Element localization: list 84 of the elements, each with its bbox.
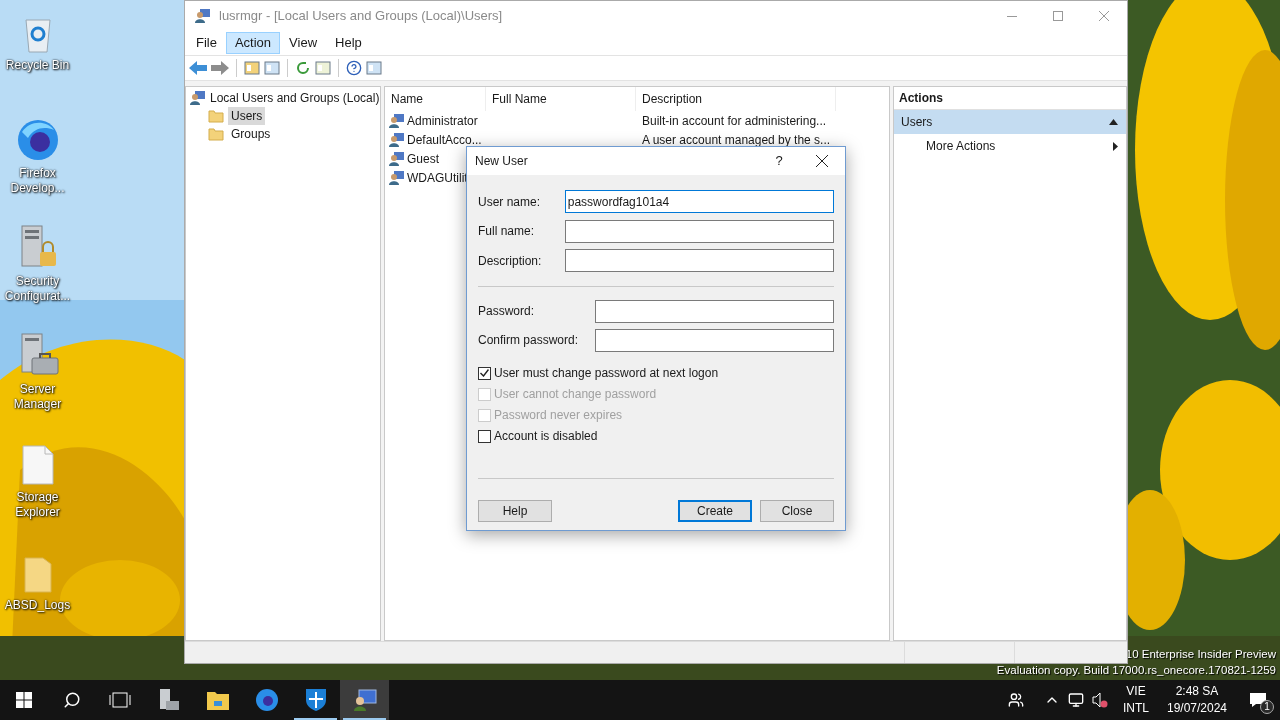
back-arrow-icon[interactable]: [189, 61, 207, 75]
user-icon: [195, 8, 211, 24]
field-label: Description:: [478, 252, 543, 270]
text-field[interactable]: passwordfag101a4: [564, 190, 834, 214]
close-icon: [816, 155, 828, 167]
text-field[interactable]: [564, 249, 834, 273]
menu-item[interactable]: Action: [225, 32, 281, 54]
user-icon: [389, 131, 405, 148]
field-label: Full name:: [478, 223, 536, 241]
column-header[interactable]: Description: [636, 87, 836, 111]
table-cell[interactable]: DefaultAcco...: [407, 130, 482, 149]
menu-item[interactable]: View: [280, 32, 327, 54]
shield-icon: [304, 688, 327, 712]
checkbox[interactable]: [478, 429, 491, 443]
folder-icon: [205, 689, 230, 711]
folder-icon: [208, 127, 224, 141]
table-cell-text: Built-in account for administering...: [641, 112, 827, 130]
users-computer-icon: [352, 688, 377, 712]
column-header[interactable]: Full Name: [486, 87, 636, 111]
maximize-icon: [1053, 11, 1063, 21]
clock-date[interactable]: 19/07/2024: [1166, 700, 1228, 717]
console-tree-icon: [264, 60, 280, 76]
field-label: User name:: [478, 193, 542, 211]
task-view-icon: [109, 692, 131, 708]
user-icon: [389, 150, 405, 167]
check-icon: [480, 369, 489, 377]
field-label: Password:: [478, 303, 536, 320]
help-icon[interactable]: [346, 60, 362, 76]
people-icon[interactable]: [1008, 692, 1024, 708]
clock-time[interactable]: 2:48 SA: [1175, 683, 1219, 700]
network-icon[interactable]: [1068, 692, 1084, 708]
tree-item[interactable]: Users: [228, 107, 266, 125]
search-icon: [63, 691, 81, 709]
field-label: Confirm password:: [478, 332, 580, 349]
menu-item[interactable]: File: [187, 32, 226, 54]
document-icon: [20, 444, 55, 486]
user-icon: [389, 169, 405, 186]
window-title: lusrmgr - [Local Users and Groups (Local)\Users]: [219, 7, 503, 26]
speaker-muted-icon[interactable]: [1092, 692, 1108, 708]
notification-badge: 1: [1260, 700, 1274, 714]
export-icon: [315, 60, 331, 76]
pane-heading: Actions: [899, 90, 943, 107]
checkbox[interactable]: [478, 366, 491, 380]
actions-section[interactable]: Users: [894, 110, 1126, 134]
checkbox-label: User must change password at next logon: [494, 365, 719, 382]
tree-item[interactable]: Local Users and Groups (Local): [210, 89, 380, 107]
column-header[interactable]: Name: [385, 87, 486, 111]
folder-icon: [208, 109, 224, 123]
password-field[interactable]: [594, 328, 834, 352]
build-notice: Evaluation copy. Build 17000.rs_onecore.170821-1259: [996, 663, 1276, 678]
windows-logo-icon: [16, 692, 32, 708]
dialog-title: New User: [475, 153, 528, 170]
checkbox-label: Account is disabled: [494, 428, 598, 445]
keyboard-indicator[interactable]: INTL: [1123, 700, 1149, 717]
folder-up-icon: [244, 60, 260, 76]
tree-item[interactable]: Groups: [228, 125, 274, 143]
table-cell[interactable]: Administrator: [407, 111, 478, 130]
taskbar-app[interactable]: [340, 680, 389, 720]
refresh-icon[interactable]: [295, 60, 311, 76]
language-indicator[interactable]: VIE: [1126, 683, 1146, 700]
submenu-arrow-icon: [1113, 141, 1118, 151]
forward-arrow-icon[interactable]: [211, 61, 229, 75]
user-icon: [389, 112, 405, 129]
dialog-button[interactable]: Close: [760, 499, 834, 522]
close-icon: [1099, 11, 1109, 21]
notification-button[interactable]: 1: [1236, 680, 1280, 720]
dialog-button[interactable]: Help: [478, 499, 552, 522]
collapse-icon: [1109, 119, 1118, 125]
orb-icon: [254, 688, 279, 712]
action-item[interactable]: More Actions: [894, 134, 1126, 158]
minimize-icon: [1007, 15, 1017, 17]
orb-icon: [15, 118, 60, 162]
checkbox-label: User cannot change password: [494, 386, 657, 403]
notification-icon: [1249, 692, 1267, 708]
user-icon: [190, 90, 206, 106]
action-pane-icon: [366, 60, 382, 76]
table-cell[interactable]: WDAGUtilit: [407, 168, 468, 187]
help-button[interactable]: ?: [759, 147, 799, 175]
dialog-button[interactable]: Create: [678, 499, 752, 522]
checkbox-label: Password never expires: [494, 407, 623, 424]
table-cell[interactable]: Guest: [407, 149, 439, 168]
text-field[interactable]: [564, 219, 834, 243]
password-field[interactable]: [594, 299, 834, 323]
menu-item[interactable]: Help: [326, 32, 371, 54]
